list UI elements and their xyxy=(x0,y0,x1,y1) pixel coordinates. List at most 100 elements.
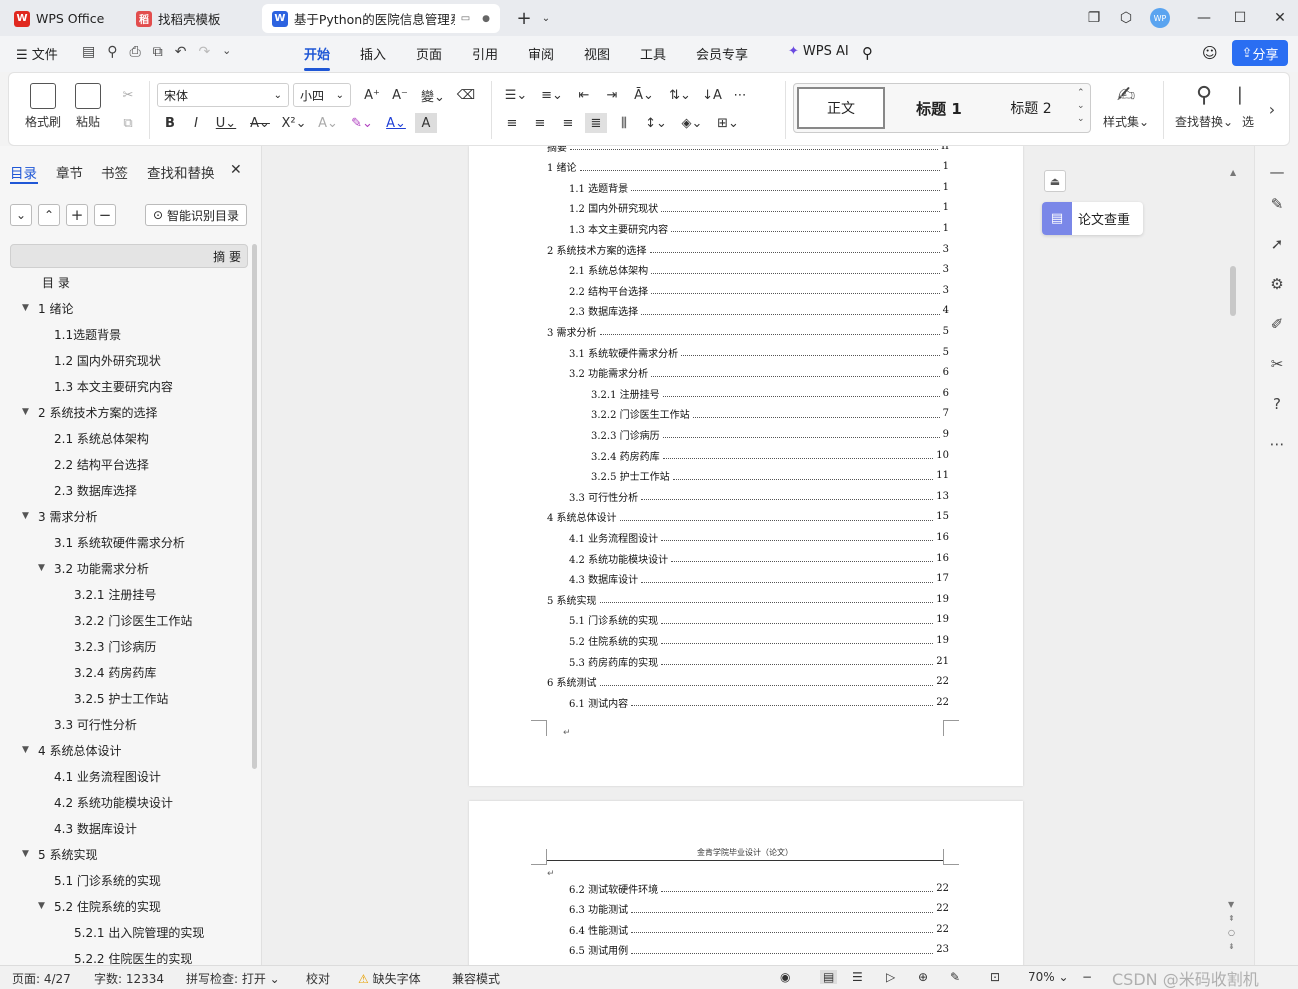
proofread-button[interactable]: 校对 xyxy=(306,970,330,987)
redo-icon[interactable]: ↷ xyxy=(198,44,210,60)
page-view-icon[interactable]: ▤ xyxy=(820,970,838,984)
toc-entry[interactable]: 1 绪论 1 xyxy=(547,160,949,174)
underline-icon[interactable]: U⌄ xyxy=(211,113,241,133)
toc-tree-item[interactable]: ▼ 2 系统技术方案的选择 xyxy=(10,400,248,424)
distributed-icon[interactable]: ⫼ xyxy=(613,113,635,133)
paper-check-button[interactable]: ▤ 论文查重 xyxy=(1042,202,1143,235)
toc-entry[interactable]: 5 系统实现 19 xyxy=(547,592,949,607)
expand-triangle-icon[interactable]: ▼ xyxy=(22,849,32,859)
expand-triangle-icon[interactable]: ▼ xyxy=(22,511,32,521)
tab-document[interactable]: W 基于Python的医院信息管理系 ▭ ● xyxy=(262,4,500,33)
show-marks-icon[interactable]: ⋯ xyxy=(729,85,751,105)
highlight-icon[interactable]: ✎⌄ xyxy=(347,113,377,133)
toc-entry[interactable]: 3 需求分析 5 xyxy=(547,324,949,339)
tab-chapters[interactable]: 章节 xyxy=(56,162,83,182)
justify-icon[interactable]: ≣ xyxy=(585,113,607,133)
italic-icon[interactable]: I xyxy=(185,113,207,133)
toc-entry[interactable]: 2.3 数据库选择 4 xyxy=(569,304,949,318)
toc-tree-item[interactable]: 4.1 业务流程图设计 xyxy=(10,764,248,788)
toc-tree-item[interactable]: 3.3 可行性分析 xyxy=(10,712,248,736)
eye-icon[interactable]: ◉ xyxy=(780,970,790,984)
restore-pages-icon[interactable]: ❐ xyxy=(1076,0,1112,36)
menu-view[interactable]: 视图 xyxy=(584,44,610,63)
menu-review[interactable]: 审阅 xyxy=(528,44,554,63)
ribbon-scroll-right-icon[interactable]: › xyxy=(1261,91,1283,127)
toc-entry[interactable]: 4.2 系统功能模块设计 16 xyxy=(569,551,949,566)
print-preview-icon[interactable]: ⧉ xyxy=(153,44,163,60)
menu-references[interactable]: 引用 xyxy=(472,44,498,63)
superscript-icon[interactable]: X²⌄ xyxy=(279,113,309,133)
toc-entry[interactable]: 2.1 系统总体架构 3 xyxy=(569,263,949,277)
toc-entry[interactable]: 1.2 国内外研究现状 1 xyxy=(569,201,949,215)
toc-tree-item[interactable]: ▼ 5.2 住院系统的实现 xyxy=(10,894,248,918)
align-center-icon[interactable]: ≡ xyxy=(529,113,551,133)
style-heading-1[interactable]: 标题 1 xyxy=(891,87,987,129)
undo-icon[interactable]: ↶ xyxy=(175,44,187,60)
style-heading-2[interactable]: 标题 2 xyxy=(989,87,1073,129)
toc-entry[interactable]: 1.3 本文主要研究内容 1 xyxy=(569,221,949,236)
decrease-indent-icon[interactable]: ⇤ xyxy=(573,85,595,105)
toc-entry[interactable]: 6.1 测试内容 22 xyxy=(569,695,949,710)
menu-home[interactable]: 开始 xyxy=(304,44,331,71)
font-color-icon[interactable]: A⌄ xyxy=(381,113,411,133)
remove-heading-icon[interactable]: − xyxy=(94,204,116,226)
chevron-down-icon[interactable]: ⌄ xyxy=(528,0,564,36)
toc-entry[interactable]: 6 系统测试 22 xyxy=(547,675,949,689)
edit-icon[interactable]: ✐ xyxy=(1265,312,1289,336)
toc-tree-item[interactable]: 5.2.2 住院医生的实现 xyxy=(10,946,248,966)
menu-page[interactable]: 页面 xyxy=(416,44,442,63)
toc-entry[interactable]: 6.3 功能测试 22 xyxy=(569,902,949,916)
unsaved-dot-icon[interactable]: ● xyxy=(482,14,490,24)
style-scroll-icon[interactable]: ⌃ ⌄ ⌄ xyxy=(1077,87,1085,126)
toc-tree-item[interactable]: 2.1 系统总体架构 xyxy=(10,426,248,450)
toc-entry[interactable]: 3.2.3 门诊病历 9 xyxy=(591,427,949,442)
expand-triangle-icon[interactable]: ▼ xyxy=(22,745,32,755)
tab-bookmarks[interactable]: 书签 xyxy=(101,162,128,182)
web-view-icon[interactable]: ⊕ xyxy=(918,970,928,984)
toc-tree-item[interactable]: 目 录 xyxy=(10,270,248,294)
clear-format-icon[interactable]: ⌫ xyxy=(455,85,477,105)
menu-member[interactable]: 会员专享 xyxy=(696,44,748,63)
smart-toc-button[interactable]: ⊙ 智能识别目录 xyxy=(145,204,247,226)
toc-tree-item[interactable]: 3.2.3 门诊病历 xyxy=(10,634,248,658)
save-icon[interactable]: ▤ xyxy=(82,44,95,60)
outline-view-icon[interactable]: ☰ xyxy=(852,970,863,984)
text-effect-icon[interactable]: A⌄ xyxy=(313,113,343,133)
fit-page-icon[interactable]: ⊡ xyxy=(990,970,1000,984)
toc-tree-item[interactable]: 2.2 结构平台选择 xyxy=(10,452,248,476)
toc-tree-item[interactable]: 3.2.2 门诊医生工作站 xyxy=(10,608,248,632)
toc-entry[interactable]: 3.2.1 注册挂号 6 xyxy=(591,386,949,401)
numbered-list-icon[interactable]: ≡⌄ xyxy=(537,85,567,105)
toc-tree-item[interactable]: 3.2.1 注册挂号 xyxy=(10,582,248,606)
add-heading-icon[interactable]: + xyxy=(66,204,88,226)
file-menu[interactable]: ☰ 文件 xyxy=(16,44,58,63)
cube-icon[interactable]: ⬡ xyxy=(1108,0,1144,36)
toc-tree-item[interactable]: ▼ 4 系统总体设计 xyxy=(10,738,248,762)
toc-entry[interactable]: 3.2.5 护士工作站 11 xyxy=(591,469,949,483)
tab-toc[interactable]: 目录 xyxy=(10,162,37,182)
close-icon[interactable]: ✕ xyxy=(1262,0,1298,36)
toc-entry[interactable]: 4 系统总体设计 15 xyxy=(547,510,949,524)
tab-docer[interactable]: 稻 找稻壳模板 xyxy=(126,4,256,33)
toc-entry[interactable]: 6.5 测试用例 23 xyxy=(569,943,949,957)
page-nav-icon[interactable]: ▼ ⇞ ○ ⇟ xyxy=(1228,898,1235,954)
collapse-down-icon[interactable]: ⌄ xyxy=(10,204,32,226)
toc-tree-item[interactable]: ▼ 1 绪论 xyxy=(10,296,248,320)
font-family-select[interactable]: 宋体 ⌄ xyxy=(157,83,289,107)
format-painter-button[interactable]: 格式刷 xyxy=(25,83,61,130)
expand-triangle-icon[interactable]: ▼ xyxy=(22,407,32,417)
toc-entry[interactable]: 2 系统技术方案的选择 3 xyxy=(547,242,949,257)
char-shading-icon[interactable]: A xyxy=(415,113,437,133)
zoom-level[interactable]: 70% ⌄ xyxy=(1028,970,1069,984)
cut-icon[interactable]: ✂ xyxy=(117,85,139,105)
toc-tree-item[interactable]: 1.2 国内外研究现状 xyxy=(10,348,248,372)
toc-tree-item[interactable]: 1.3 本文主要研究内容 xyxy=(10,374,248,398)
toc-tree-item[interactable]: ▼ 3 需求分析 xyxy=(10,504,248,528)
chat-icon[interactable]: ☺ xyxy=(1202,44,1218,62)
tab-find-replace[interactable]: 查找和替换 xyxy=(147,162,215,182)
toc-entry[interactable]: 6.4 性能测试 22 xyxy=(569,922,949,937)
menu-insert[interactable]: 插入 xyxy=(360,44,386,63)
toc-tree-item[interactable]: 2.3 数据库选择 xyxy=(10,478,248,502)
zoom-out-icon[interactable]: − xyxy=(1082,970,1092,984)
toc-tree-item[interactable]: 3.2.5 护士工作站 xyxy=(10,686,248,710)
